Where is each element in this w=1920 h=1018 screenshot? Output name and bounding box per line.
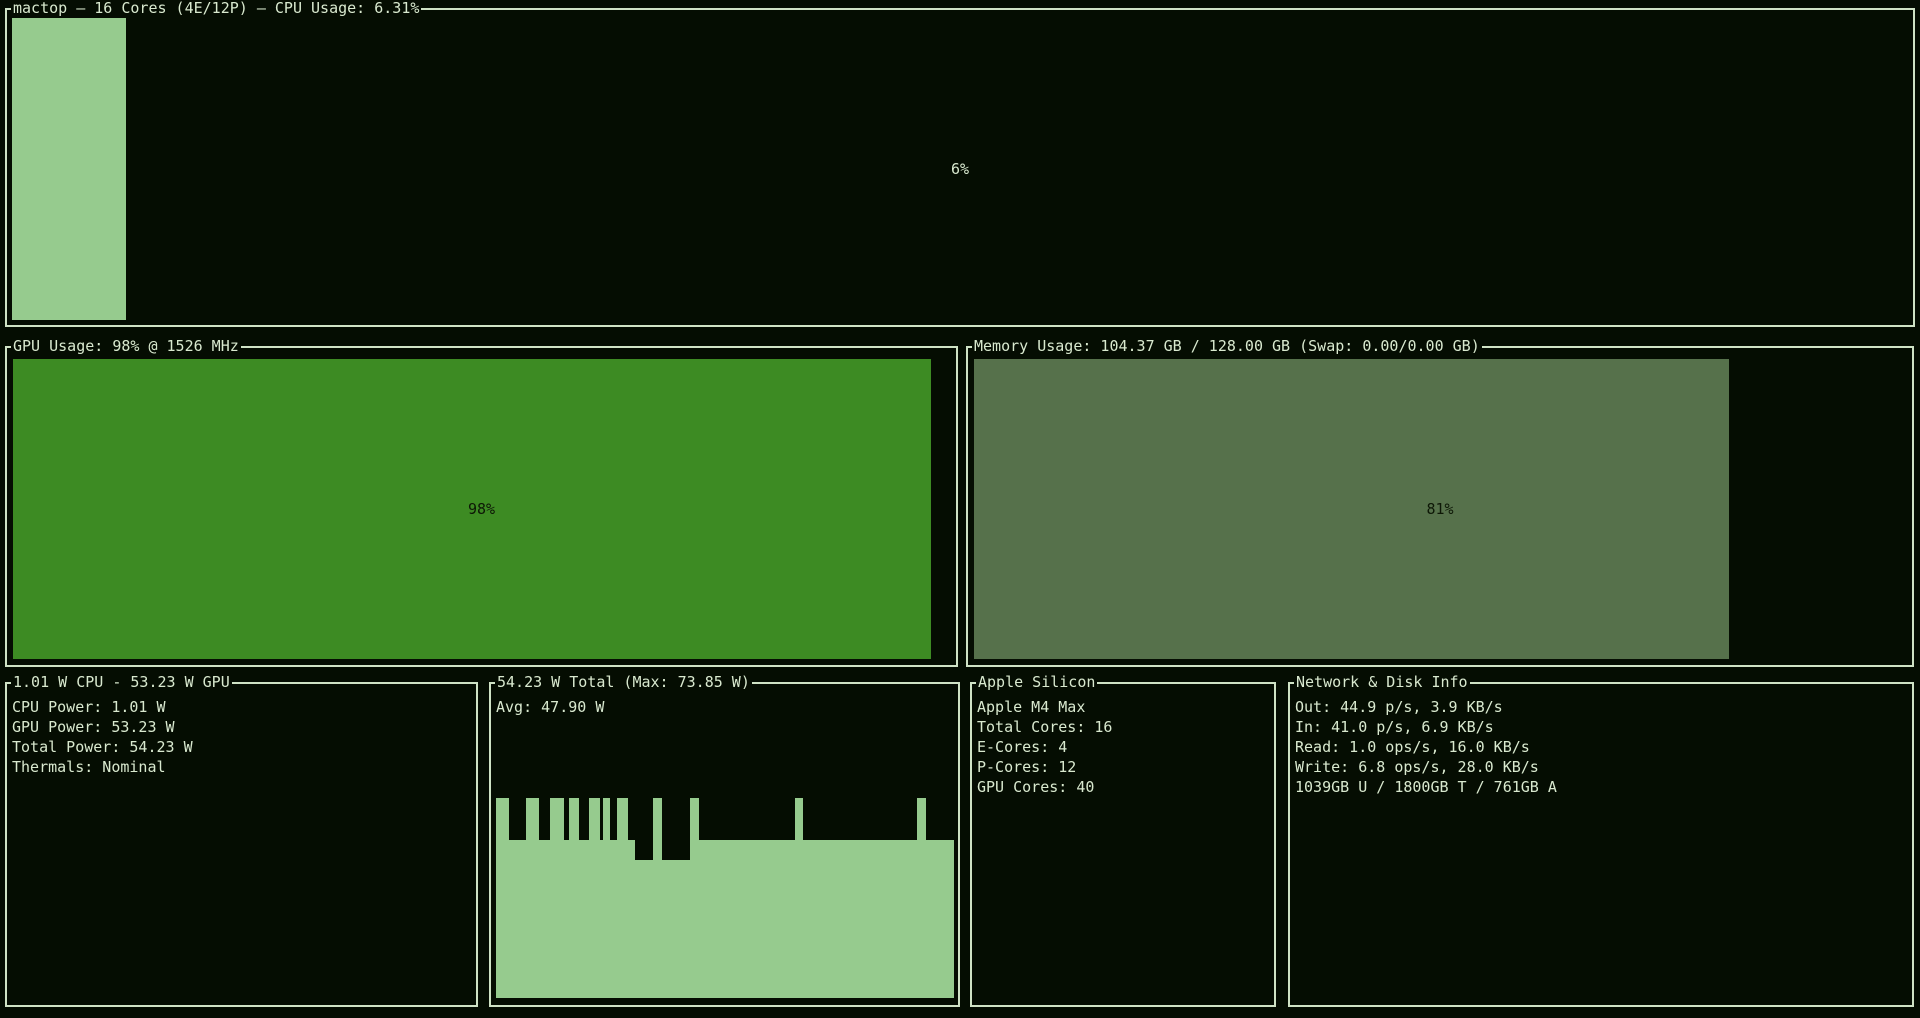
disk-usage-line: 1039GB U / 1800GB T / 761GB A (1295, 777, 1908, 797)
power-history-bar (589, 798, 600, 998)
power-history-bar (496, 798, 509, 998)
power-history-bar (699, 840, 795, 998)
power-history-chart (496, 798, 954, 998)
apple-silicon-panel-body: Apple M4 Max Total Cores: 16 E-Cores: 4 … (977, 697, 1270, 1001)
cpu-usage-gauge: 6% (12, 18, 1908, 320)
cpu-usage-bar (12, 18, 126, 320)
gpu-panel-title: GPU Usage: 98% @ 1526 MHz (11, 336, 241, 356)
chip-name-line: Apple M4 Max (977, 697, 1270, 717)
power-history-bar (509, 840, 526, 998)
power-history-bar (926, 840, 954, 998)
net-out-line: Out: 44.9 p/s, 3.9 KB/s (1295, 697, 1908, 717)
power-history-bar (550, 798, 564, 998)
e-cores-line: E-Cores: 4 (977, 737, 1270, 757)
cpu-usage-percent-label: 6% (951, 159, 969, 179)
power-history-bar (803, 840, 918, 998)
memory-usage-panel: Memory Usage: 104.37 GB / 128.00 GB (Swa… (966, 346, 1914, 667)
gpu-usage-panel: GPU Usage: 98% @ 1526 MHz 98% (5, 346, 958, 667)
disk-write-line: Write: 6.8 ops/s, 28.0 KB/s (1295, 757, 1908, 777)
total-power-panel: 54.23 W Total (Max: 73.85 W) Avg: 47.90 … (489, 682, 960, 1007)
thermals-line: Thermals: Nominal (12, 757, 472, 777)
gpu-power-line: GPU Power: 53.23 W (12, 717, 472, 737)
power-history-bar (610, 840, 617, 998)
power-history-bar (690, 798, 699, 998)
gpu-usage-gauge: 98% (13, 359, 950, 659)
memory-usage-bar (974, 359, 1729, 659)
power-history-bar (539, 840, 551, 998)
network-disk-panel: Network & Disk Info Out: 44.9 p/s, 3.9 K… (1288, 682, 1914, 1007)
total-power-panel-title: 54.23 W Total (Max: 73.85 W) (495, 672, 752, 692)
memory-usage-percent-label: 81% (1426, 499, 1453, 519)
power-history-bar (603, 798, 610, 998)
power-panel-title: 1.01 W CPU - 53.23 W GPU (11, 672, 232, 692)
power-history-bar (662, 860, 690, 998)
p-cores-line: P-Cores: 12 (977, 757, 1270, 777)
power-history-bar (579, 840, 589, 998)
net-in-line: In: 41.0 p/s, 6.9 KB/s (1295, 717, 1908, 737)
avg-power-line: Avg: 47.90 W (496, 697, 954, 717)
power-history-bar (635, 860, 653, 998)
power-history-bar (628, 840, 636, 998)
mactop-terminal-screen: mactop – 16 Cores (4E/12P) – CPU Usage: … (0, 0, 1920, 1018)
power-breakdown-panel: 1.01 W CPU - 53.23 W GPU CPU Power: 1.01… (5, 682, 478, 1007)
cpu-panel-title: mactop – 16 Cores (4E/12P) – CPU Usage: … (11, 0, 421, 18)
apple-silicon-panel: Apple Silicon Apple M4 Max Total Cores: … (970, 682, 1276, 1007)
power-history-bar (653, 798, 662, 998)
memory-panel-title: Memory Usage: 104.37 GB / 128.00 GB (Swa… (972, 336, 1482, 356)
apple-silicon-panel-title: Apple Silicon (976, 672, 1097, 692)
cpu-usage-panel: mactop – 16 Cores (4E/12P) – CPU Usage: … (5, 8, 1915, 327)
power-history-bar (526, 798, 539, 998)
gpu-cores-line: GPU Cores: 40 (977, 777, 1270, 797)
power-panel-body: CPU Power: 1.01 W GPU Power: 53.23 W Tot… (12, 697, 472, 1001)
total-cores-line: Total Cores: 16 (977, 717, 1270, 737)
cpu-power-line: CPU Power: 1.01 W (12, 697, 472, 717)
power-history-bar (795, 798, 803, 998)
power-history-bar (569, 798, 579, 998)
gpu-usage-percent-label: 98% (468, 499, 495, 519)
total-power-line: Total Power: 54.23 W (12, 737, 472, 757)
network-disk-panel-body: Out: 44.9 p/s, 3.9 KB/s In: 41.0 p/s, 6.… (1295, 697, 1908, 1001)
power-history-bar (617, 798, 628, 998)
disk-read-line: Read: 1.0 ops/s, 16.0 KB/s (1295, 737, 1908, 757)
network-disk-panel-title: Network & Disk Info (1294, 672, 1470, 692)
memory-usage-gauge: 81% (974, 359, 1906, 659)
power-history-bar (917, 798, 926, 998)
